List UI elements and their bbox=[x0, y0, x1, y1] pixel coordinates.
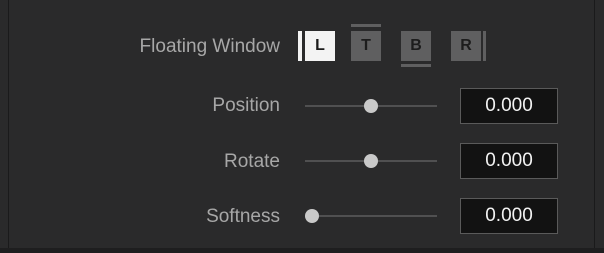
floating-window-bottom-button[interactable]: B bbox=[401, 31, 431, 61]
bottom-edge-indicator bbox=[401, 64, 431, 67]
floating-window-left-button[interactable]: L bbox=[305, 31, 335, 61]
rotate-slider[interactable] bbox=[305, 151, 437, 171]
rotate-label: Rotate bbox=[224, 151, 280, 172]
rotate-value-field[interactable]: 0.000 bbox=[460, 143, 558, 179]
softness-slider[interactable] bbox=[305, 206, 437, 226]
position-slider[interactable] bbox=[305, 96, 437, 116]
rotate-slider-knob[interactable] bbox=[364, 154, 378, 168]
floating-window-panel: Floating Window L T B R Position 0.000 R… bbox=[0, 0, 604, 253]
position-slider-knob[interactable] bbox=[364, 99, 378, 113]
softness-slider-knob[interactable] bbox=[305, 209, 319, 223]
softness-label: Softness bbox=[206, 206, 280, 227]
right-edge-indicator bbox=[483, 31, 486, 61]
position-label: Position bbox=[212, 95, 280, 116]
floating-window-top-button[interactable]: T bbox=[351, 31, 381, 61]
floating-window-right-button[interactable]: R bbox=[451, 31, 481, 61]
floating-window-label: Floating Window bbox=[139, 36, 280, 57]
left-edge-indicator bbox=[298, 31, 302, 61]
panel-left-border bbox=[8, 0, 9, 253]
softness-value-field[interactable]: 0.000 bbox=[460, 198, 558, 234]
panel-right-border bbox=[594, 0, 595, 253]
panel-bottom-border bbox=[0, 248, 604, 253]
top-edge-indicator bbox=[351, 24, 381, 27]
position-value-field[interactable]: 0.000 bbox=[460, 88, 558, 124]
softness-slider-track bbox=[305, 215, 437, 217]
